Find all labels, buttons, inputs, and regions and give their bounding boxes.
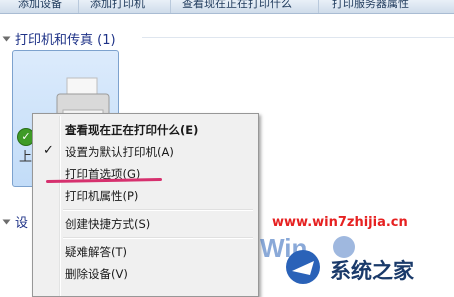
printers-group-header[interactable]: 打印机和传真 (1) bbox=[2, 29, 116, 48]
collapse-arrow-icon[interactable] bbox=[2, 219, 11, 224]
devices-group-header[interactable]: 设 bbox=[2, 212, 29, 231]
menu-item-see-whats-printing[interactable]: 查看现在正在打印什么(E) bbox=[35, 119, 254, 141]
watermark-brand: 系统之家 bbox=[330, 259, 414, 283]
printers-group-title: 打印机和传真 (1) bbox=[15, 33, 116, 48]
menu-item-troubleshoot[interactable]: 疑难解答(T) bbox=[35, 241, 254, 263]
menu-item-printer-properties[interactable]: 打印机属性(P) bbox=[35, 185, 254, 207]
see-whats-printing-button[interactable]: 查看现在正在打印什么 bbox=[182, 0, 292, 13]
add-printer-button[interactable]: 添加打印机 bbox=[90, 0, 145, 13]
menu-separator bbox=[63, 209, 253, 211]
menu-item-label: 创建快捷方式(S) bbox=[65, 217, 151, 231]
toolbar-divider bbox=[318, 0, 319, 13]
site-logo-icon bbox=[286, 250, 320, 284]
menu-item-label: 疑难解答(T) bbox=[65, 245, 127, 259]
printer-name-partial: 上 bbox=[19, 150, 33, 165]
toolbar-divider bbox=[78, 0, 79, 13]
checkmark-icon: ✓ bbox=[43, 143, 54, 158]
menu-item-label: 打印机属性(P) bbox=[65, 189, 139, 203]
menu-item-label: 设置为默认打印机(A) bbox=[65, 145, 174, 159]
menu-separator bbox=[63, 237, 253, 239]
command-bar: 添加设备 添加打印机 查看现在正在打印什么 打印服务器属性 bbox=[0, 0, 454, 14]
devices-group-title: 设 bbox=[15, 216, 29, 231]
menu-item-label: 查看现在正在打印什么(E) bbox=[65, 123, 199, 137]
group-divider bbox=[142, 37, 454, 38]
menu-item-set-default-printer[interactable]: ✓ 设置为默认打印机(A) bbox=[35, 141, 254, 163]
add-device-button[interactable]: 添加设备 bbox=[18, 0, 62, 13]
menu-item-create-shortcut[interactable]: 创建快捷方式(S) bbox=[35, 213, 254, 235]
print-server-properties-button[interactable]: 打印服务器属性 bbox=[332, 0, 409, 13]
menu-item-label: 删除设备(V) bbox=[65, 267, 128, 281]
context-menu: 查看现在正在打印什么(E) ✓ 设置为默认打印机(A) 打印首选项(G) 打印机… bbox=[32, 113, 259, 297]
toolbar-divider bbox=[170, 0, 171, 13]
collapse-arrow-icon[interactable] bbox=[2, 36, 11, 41]
menu-item-remove-device[interactable]: 删除设备(V) bbox=[35, 263, 254, 285]
watermark-url: www.win7zhijia.cn bbox=[272, 215, 408, 230]
